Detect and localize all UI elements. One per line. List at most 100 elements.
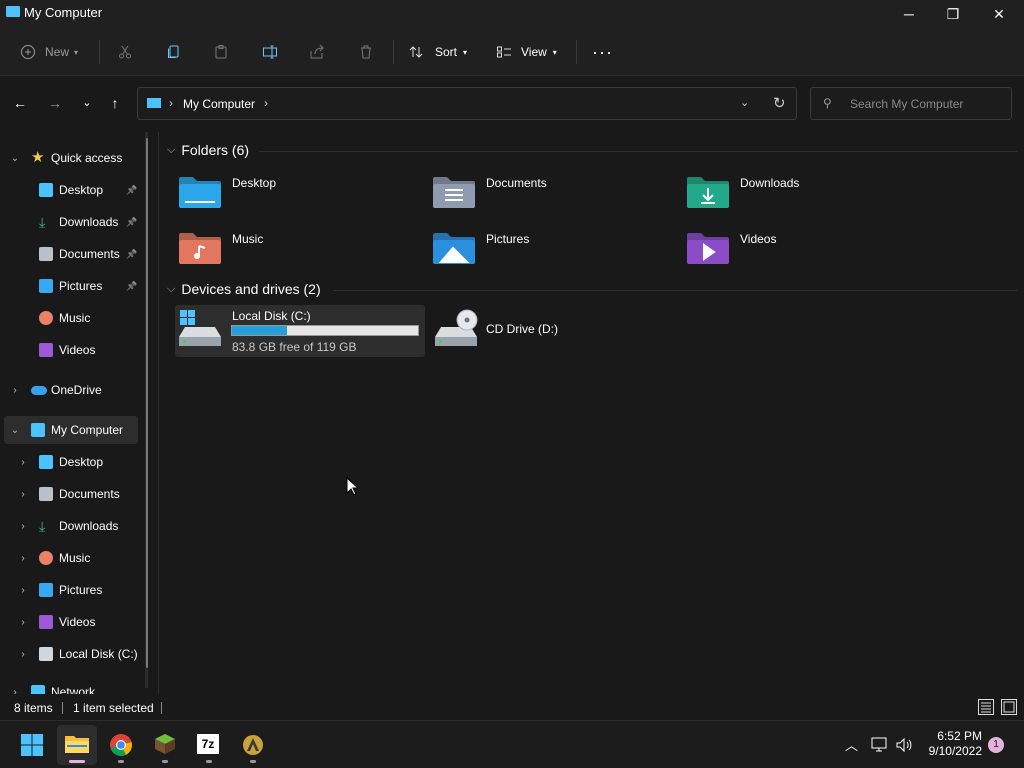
chevron-down-icon: ▾	[463, 47, 468, 57]
sidebar-item-onedrive[interactable]: › OneDrive	[4, 376, 138, 404]
sidebar-item-network[interactable]: › Network	[4, 678, 138, 694]
view-icon	[497, 46, 511, 58]
chevron-right-icon[interactable]: ›	[18, 649, 28, 660]
show-hidden-icons-button[interactable]: ︿	[845, 735, 858, 754]
start-icon	[21, 734, 43, 756]
sidebar-item-pictures[interactable]: Pictures 📌	[4, 272, 138, 300]
folder-pictures[interactable]: Pictures	[429, 226, 679, 274]
sidebar-item-downloads[interactable]: ⤓ Downloads 📌	[4, 208, 138, 236]
sort-icon	[409, 46, 423, 58]
music-icon	[39, 551, 53, 565]
folders-group-header[interactable]: ⌵ Folders (6)	[167, 142, 249, 158]
back-button[interactable]: ←	[10, 95, 30, 113]
copy-button[interactable]	[166, 38, 182, 66]
sidebar-item-quick-access[interactable]: ⌄ ★ Quick access	[4, 144, 138, 172]
sidebar-item-videos[interactable]: Videos	[4, 336, 138, 364]
folder-documents[interactable]: Documents	[429, 170, 679, 218]
arrow-left-icon: ←	[13, 95, 27, 111]
folder-music[interactable]: Music	[175, 226, 425, 274]
up-button[interactable]: ↑	[105, 95, 125, 113]
recent-locations-button[interactable]: ⌄	[77, 96, 97, 114]
sidebar-item-videos[interactable]: › Videos	[4, 608, 138, 636]
sidebar-item-pictures[interactable]: › Pictures	[4, 576, 138, 604]
refresh-icon[interactable]: ↻	[773, 94, 786, 112]
share-button[interactable]	[309, 38, 325, 66]
details-view-button[interactable]	[978, 699, 994, 715]
chevron-down-icon: ⌵	[167, 143, 176, 156]
chevron-right-icon[interactable]: ›	[18, 521, 28, 532]
chevron-right-icon[interactable]: ›	[169, 96, 173, 110]
computer-icon	[31, 423, 45, 437]
view-button[interactable]: View ▾	[496, 38, 557, 66]
delete-button[interactable]	[358, 38, 374, 66]
close-button[interactable]: ✕	[976, 0, 1022, 28]
drive-c-usage-fill	[232, 326, 288, 335]
scissors-icon	[119, 45, 131, 59]
large-icons-view-button[interactable]	[1001, 699, 1017, 715]
taskbar-minecraft[interactable]	[145, 725, 185, 765]
sidebar-item-music[interactable]: › Music	[4, 544, 138, 572]
search-box[interactable]: ⚲ Search My Computer	[810, 87, 1012, 120]
star-icon: ★	[31, 149, 45, 166]
chevron-down-icon: ⌄	[82, 97, 92, 109]
rename-button[interactable]	[262, 38, 278, 66]
chevron-right-icon[interactable]: ›	[18, 553, 28, 564]
network-status-icon[interactable]	[871, 737, 889, 753]
divider	[393, 40, 394, 64]
breadcrumb-my-computer[interactable]: My Computer	[183, 97, 255, 111]
chevron-down-icon[interactable]: ⌄	[10, 425, 20, 436]
taskbar-app[interactable]	[233, 725, 273, 765]
folder-desktop[interactable]: Desktop	[175, 170, 425, 218]
music-folder-icon	[179, 233, 221, 264]
maximize-button[interactable]: ❐	[930, 0, 976, 28]
folder-downloads[interactable]: Downloads	[683, 170, 933, 218]
selection-count: 1 item selected	[73, 701, 154, 715]
taskbar-7zip[interactable]: 7z	[189, 725, 229, 765]
chevron-right-icon[interactable]: ›	[10, 687, 20, 695]
chevron-down-icon[interactable]: ⌄	[10, 153, 20, 164]
notification-badge[interactable]: 1	[988, 737, 1004, 753]
folders-header-label: Folders (6)	[181, 142, 250, 158]
address-dropdown-icon[interactable]: ⌄	[740, 96, 749, 109]
new-button[interactable]: New ▾	[20, 38, 78, 66]
sidebar-item-local-disk-c[interactable]: › Local Disk (C:)	[4, 640, 138, 668]
forward-button[interactable]: →	[45, 95, 65, 113]
volume-icon[interactable]	[895, 737, 913, 753]
start-button[interactable]	[12, 725, 52, 765]
clock[interactable]: 6:52 PM 9/10/2022	[920, 729, 982, 759]
file-explorer-icon	[65, 736, 89, 753]
sidebar-item-label: Documents	[59, 247, 120, 261]
search-input[interactable]: Search My Computer	[850, 97, 963, 111]
chevron-right-icon[interactable]: ›	[264, 96, 268, 110]
minimize-button[interactable]: ─	[886, 0, 932, 28]
chevron-right-icon[interactable]: ›	[10, 385, 20, 396]
drives-group-header[interactable]: ⌵ Devices and drives (2)	[167, 281, 321, 297]
chevron-right-icon[interactable]: ›	[18, 489, 28, 500]
chevron-right-icon[interactable]: ›	[18, 585, 28, 596]
chevron-right-icon[interactable]: ›	[18, 457, 28, 468]
sidebar-item-music[interactable]: Music	[4, 304, 138, 332]
app-icon	[243, 735, 263, 755]
sort-label: Sort	[435, 45, 458, 59]
sidebar-item-documents[interactable]: Documents 📌	[4, 240, 138, 268]
download-icon: ⤓	[39, 518, 46, 534]
more-options-button[interactable]: ···	[592, 38, 613, 66]
sidebar-scrollbar-thumb[interactable]	[146, 138, 148, 668]
sidebar-item-documents[interactable]: › Documents	[4, 480, 138, 508]
title-bar: My Computer ─ ❐ ✕	[0, 0, 1024, 28]
drive-c-tile[interactable]: Local Disk (C:) 83.8 GB free of 119 GB	[175, 305, 425, 357]
address-bar[interactable]: › My Computer › ⌄ ↻	[137, 87, 797, 120]
sidebar-item-my-computer[interactable]: ⌄ My Computer	[4, 416, 138, 444]
chevron-right-icon[interactable]: ›	[18, 617, 28, 628]
folder-videos[interactable]: Videos	[683, 226, 933, 274]
cut-button[interactable]	[117, 38, 133, 66]
sidebar-item-downloads[interactable]: › ⤓ Downloads	[4, 512, 138, 540]
drive-d-tile[interactable]: CD Drive (D:)	[429, 305, 679, 357]
taskbar-file-explorer[interactable]	[57, 725, 97, 765]
paste-button[interactable]	[213, 38, 229, 66]
document-icon	[39, 487, 53, 501]
taskbar-chrome[interactable]	[101, 725, 141, 765]
sort-button[interactable]: Sort ▾	[408, 38, 467, 66]
sidebar-item-desktop[interactable]: › Desktop	[4, 448, 138, 476]
sidebar-item-desktop[interactable]: Desktop 📌	[4, 176, 138, 204]
